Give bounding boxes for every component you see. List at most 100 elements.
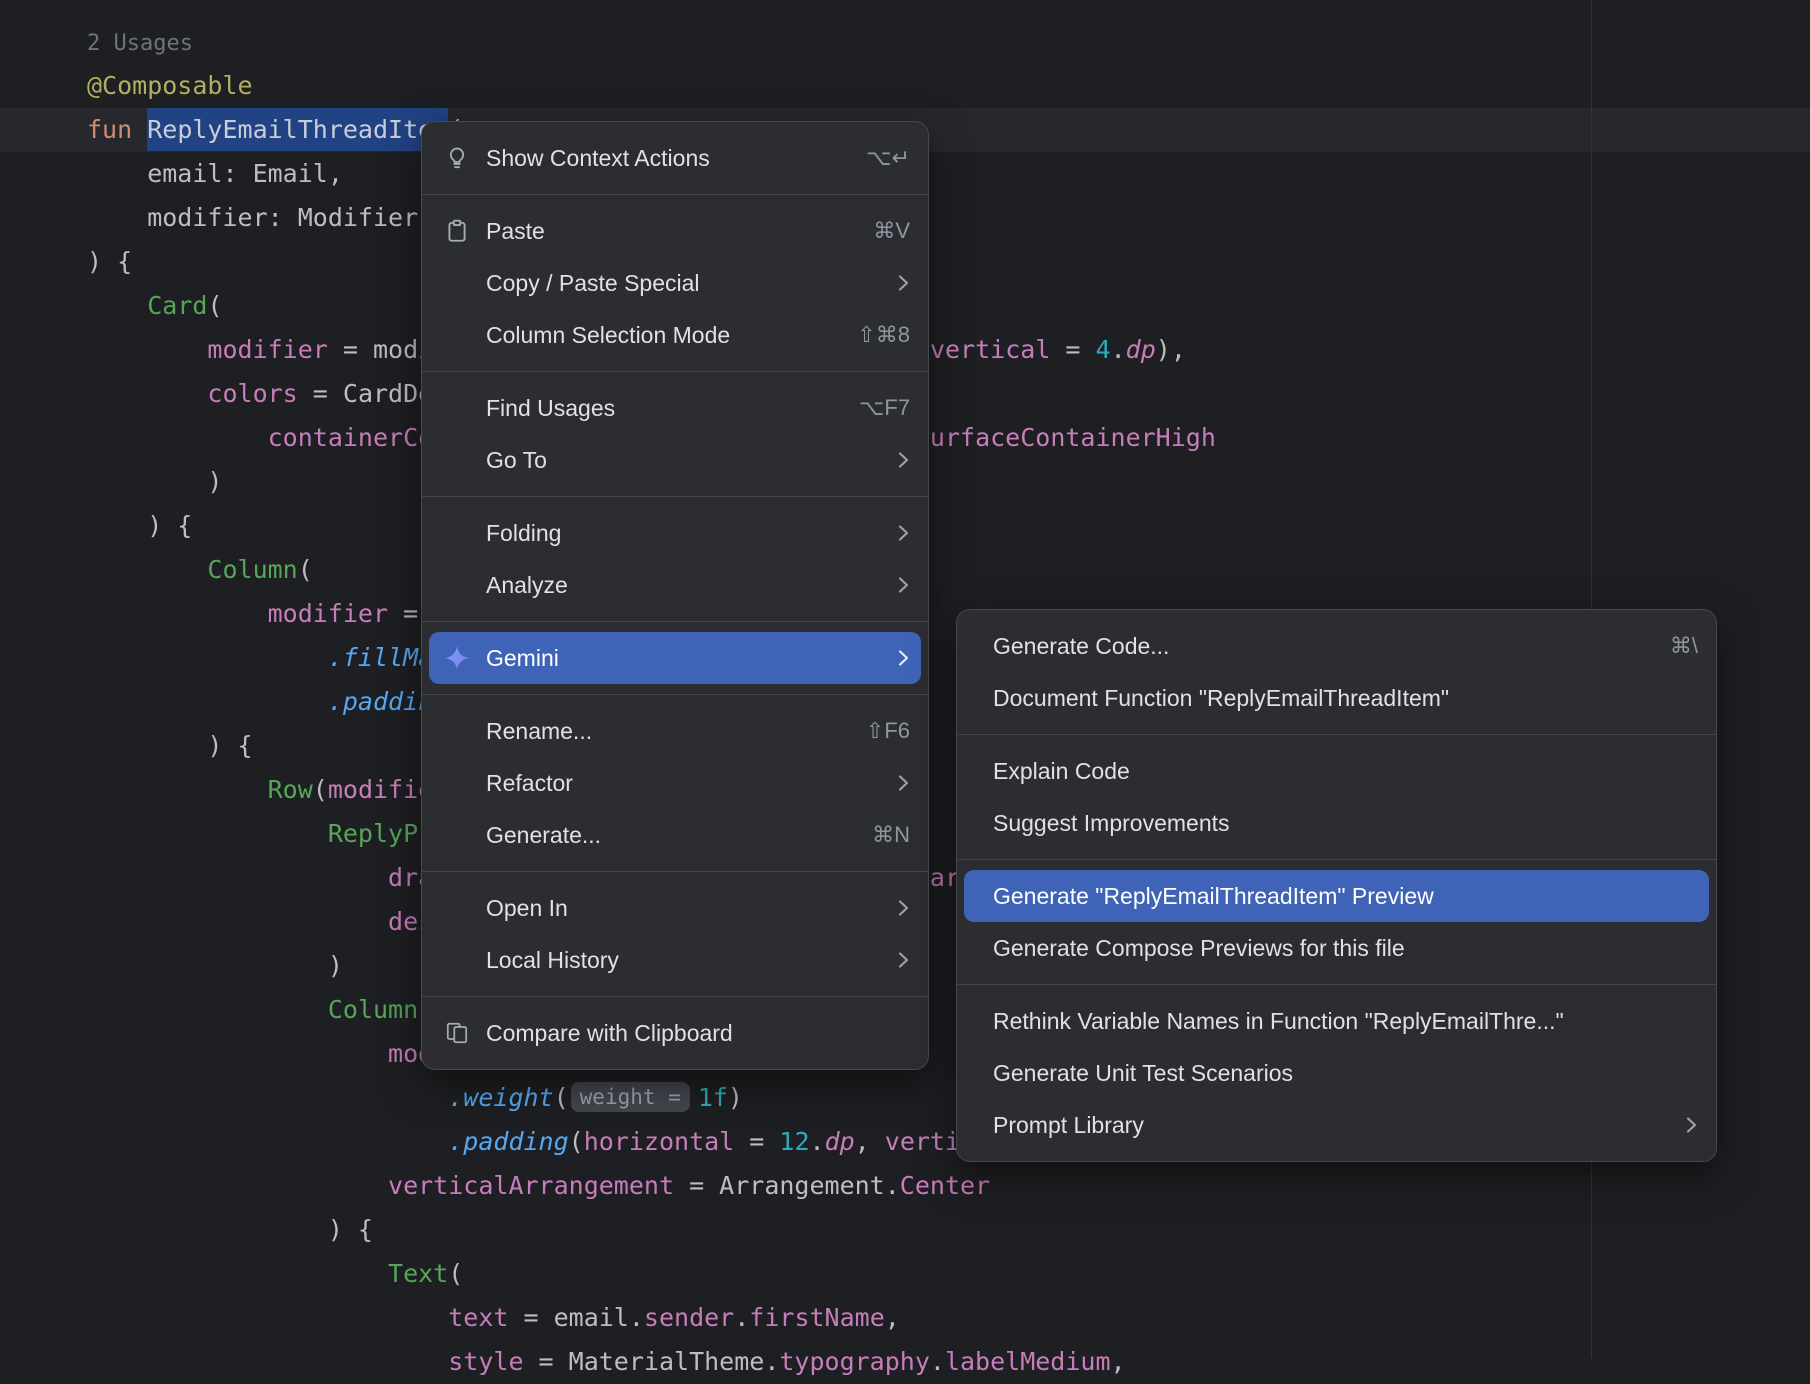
usages-inlay-hint[interactable]: 2 Usages [87,31,193,56]
chevron-right-icon [866,272,910,294]
menu-item-column-selection-mode[interactable]: Column Selection Mode⇧⌘8 [422,309,928,361]
gemini-icon [442,643,472,673]
menu-item-shortcut: ⇧F6 [836,718,910,744]
code-token: surfaceContainerHigh [915,423,1216,452]
menu-item-explain-code[interactable]: Explain Code [957,745,1716,797]
menu-item-label: Generate "ReplyEmailThreadItem" Preview [993,883,1434,910]
selected-identifier: ReplyEmailThreadItem [147,108,448,151]
menu-item-open-in[interactable]: Open In [422,882,928,934]
menu-item-rename[interactable]: Rename...⇧F6 [422,705,928,757]
menu-item-generate-replyemailthreaditem-preview[interactable]: Generate "ReplyEmailThreadItem" Preview [964,870,1709,922]
menu-separator [422,621,928,622]
menu-item-folding[interactable]: Folding [422,507,928,559]
menu-item-suggest-improvements[interactable]: Suggest Improvements [957,797,1716,849]
code-token [87,775,268,804]
menu-item-generate-compose-previews-for-this-file[interactable]: Generate Compose Previews for this file [957,922,1716,974]
menu-item-generate[interactable]: Generate...⌘N [422,809,928,861]
menu-item-gemini[interactable]: Gemini [429,632,921,684]
menu-item-generate-unit-test-scenarios[interactable]: Generate Unit Test Scenarios [957,1047,1716,1099]
menu-item-find-usages[interactable]: Find Usages⌥F7 [422,382,928,434]
code-token: ( [448,1259,463,1288]
chevron-right-icon [866,574,910,596]
menu-item-icon-slot [442,320,472,350]
menu-item-prompt-library[interactable]: Prompt Library [957,1099,1716,1151]
lightbulb-icon [442,143,472,173]
code-token [87,863,388,892]
code-token: vertical [930,335,1050,364]
menu-item-icon-slot [442,945,472,975]
menu-item-label: Folding [486,520,561,547]
code-token: fun [87,115,147,144]
code-token: text [448,1303,508,1332]
code-token: horizontal [584,1127,735,1156]
menu-item-copy-paste-special[interactable]: Copy / Paste Special [422,257,928,309]
menu-item-show-context-actions[interactable]: Show Context Actions⌥↵ [422,132,928,184]
code-token: Column [207,555,297,584]
code-token: ) [87,951,343,980]
chevron-right-icon [866,949,910,971]
menu-item-label: Generate Unit Test Scenarios [993,1060,1293,1087]
menu-item-shortcut: ⌘V [843,218,910,244]
menu-item-icon-slot [442,268,472,298]
code-token: dp [1126,335,1156,364]
code-token: 12 [779,1127,809,1156]
code-line[interactable]: text = email.sender.firstName, [87,1296,1216,1340]
menu-item-label: Gemini [486,645,559,672]
code-token [87,555,207,584]
chevron-right-icon [866,522,910,544]
code-token [87,907,388,936]
menu-item-generate-code[interactable]: Generate Code...⌘\ [957,620,1716,672]
menu-item-label: Prompt Library [993,1112,1144,1139]
menu-item-label: Copy / Paste Special [486,270,700,297]
code-token: . [810,1127,825,1156]
code-token: typography [779,1347,930,1376]
code-token: verticalArrangement [388,1171,674,1200]
code-token [87,379,207,408]
code-editor: 2 Usages @Composable fun ReplyEmailThreadI… [0,0,1810,1358]
code-token: labelMedium [945,1347,1111,1376]
menu-item-go-to[interactable]: Go To [422,434,928,486]
menu-item-icon-slot [442,393,472,423]
menu-item-shortcut: ⌘\ [1640,633,1698,659]
menu-item-icon-slot [442,768,472,798]
code-token: ) { [87,247,132,276]
code-token [87,1303,448,1332]
code-line[interactable]: ) { [87,1208,1216,1252]
code-line[interactable]: verticalArrangement = Arrangement.Center [87,1164,1216,1208]
code-token [87,643,328,672]
code-line[interactable]: style = MaterialTheme.typography.labelMe… [87,1340,1216,1384]
menu-separator [422,996,928,997]
menu-item-refactor[interactable]: Refactor [422,757,928,809]
code-line[interactable]: @Composable [87,64,1216,108]
menu-item-rethink-variable-names-in-function-replyemailthre[interactable]: Rethink Variable Names in Function "Repl… [957,995,1716,1047]
menu-item-compare-with-clipboard[interactable]: Compare with Clipboard [422,1007,928,1059]
menu-item-document-function-replyemailthreaditem[interactable]: Document Function "ReplyEmailThreadItem" [957,672,1716,724]
menu-item-icon-slot [442,518,472,548]
menu-item-label: Paste [486,218,545,245]
code-token [87,1039,388,1068]
compare-icon [442,1018,472,1048]
code-token: modifier [268,599,388,628]
menu-separator [422,371,928,372]
parameter-name-inlay-hint[interactable]: weight = [571,1082,690,1112]
gemini-submenu: Generate Code...⌘\Document Function "Rep… [956,609,1717,1162]
menu-item-shortcut: ⇧⌘8 [827,322,910,348]
context-menu: Show Context Actions⌥↵ Paste ⌘V Copy / Past… [421,121,929,1070]
code-token: Column [328,995,418,1024]
code-token [87,995,328,1024]
menu-item-paste[interactable]: Paste ⌘V [422,205,928,257]
menu-item-icon-slot [442,445,472,475]
menu-item-label: Explain Code [993,758,1130,785]
menu-separator [422,496,928,497]
code-token: Row [268,775,313,804]
menu-separator [422,194,928,195]
menu-item-icon-slot [442,570,472,600]
menu-item-local-history[interactable]: Local History [422,934,928,986]
code-line[interactable]: 2 Usages [87,20,1216,64]
code-line[interactable]: Text( [87,1252,1216,1296]
code-token [87,291,147,320]
code-token: ( [569,1127,584,1156]
menu-item-analyze[interactable]: Analyze [422,559,928,611]
code-token: . [734,1303,749,1332]
menu-item-label: Open In [486,895,568,922]
